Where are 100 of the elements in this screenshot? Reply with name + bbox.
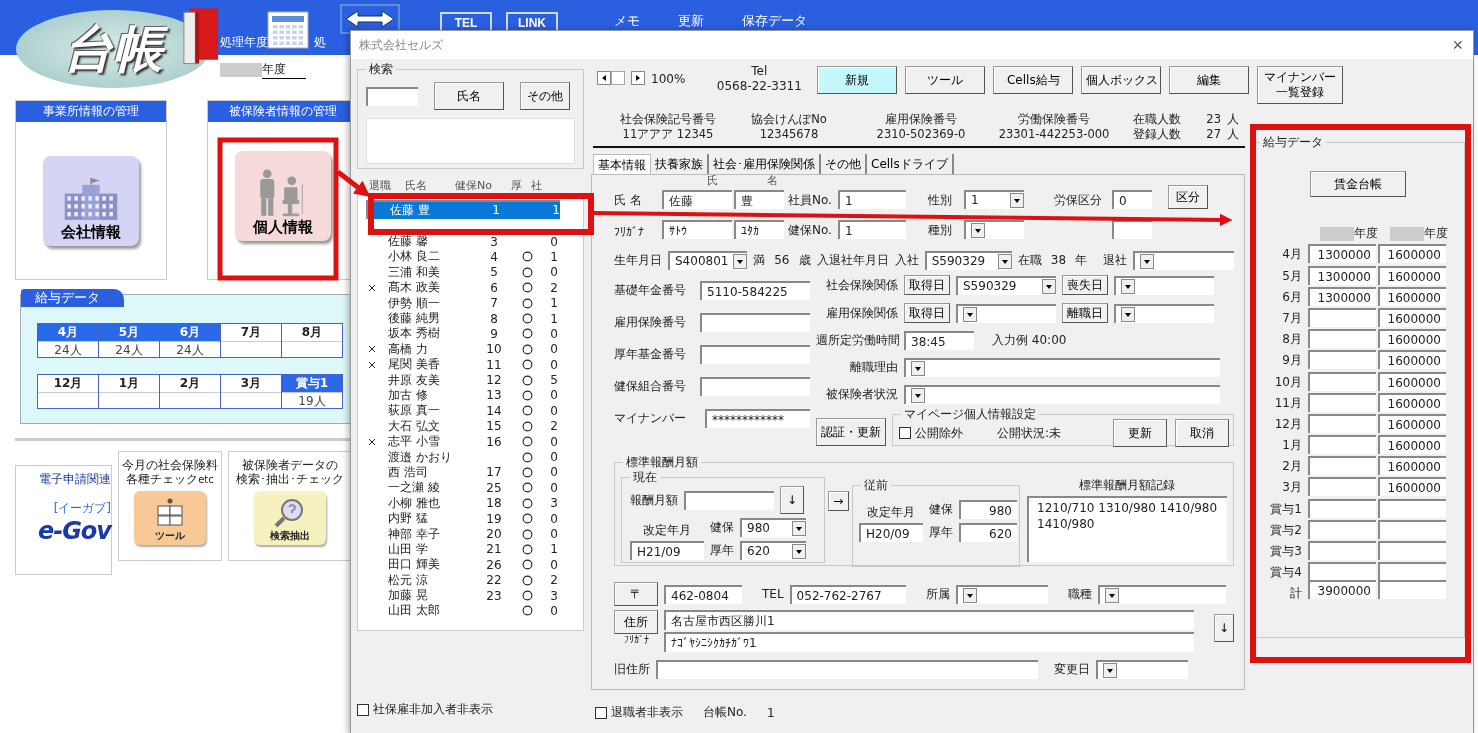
amount-field[interactable] bbox=[1378, 519, 1446, 539]
dropdown-field[interactable] bbox=[1114, 303, 1214, 323]
amount-field[interactable] bbox=[1308, 435, 1376, 455]
amount-field[interactable]: 1600000 bbox=[1378, 265, 1446, 285]
dropdown-field[interactable]: S590329 bbox=[924, 250, 1012, 270]
amount-field[interactable]: 1600000 bbox=[1378, 329, 1446, 349]
amount-field[interactable] bbox=[1308, 371, 1376, 391]
first-name-kana-field[interactable]: ﾕﾀｶ bbox=[734, 220, 784, 239]
dropdown-field[interactable] bbox=[1097, 584, 1226, 604]
scroll-left-button[interactable] bbox=[597, 71, 611, 85]
amount-field[interactable] bbox=[1308, 519, 1376, 539]
toolbar-button[interactable]: マイナンバー 一覧登録 bbox=[1257, 66, 1344, 104]
input-field[interactable] bbox=[700, 313, 810, 332]
acquired-date-button[interactable]: 取得日 bbox=[904, 303, 950, 323]
toolbar-button[interactable]: 編集 bbox=[1169, 66, 1250, 94]
search-field[interactable] bbox=[366, 86, 418, 106]
input-field[interactable]: 462-0804 bbox=[664, 584, 742, 604]
checkbox[interactable]: 公開除外 bbox=[899, 424, 963, 442]
cancel-button[interactable]: 取消 bbox=[1175, 419, 1229, 447]
amount-field[interactable] bbox=[1308, 350, 1376, 370]
toolbar-button[interactable]: 新規 bbox=[817, 66, 898, 94]
amount-field[interactable]: 1600000 bbox=[1378, 392, 1446, 412]
employee-row[interactable]: 尾関 美香 11 0 bbox=[368, 357, 579, 373]
input-field[interactable]: 38:45 bbox=[904, 331, 974, 350]
leave-date-button[interactable]: 離職日 bbox=[1062, 303, 1108, 323]
employee-list[interactable] bbox=[357, 193, 584, 631]
company-info-button[interactable]: 会社情報 bbox=[43, 155, 139, 246]
amount-field[interactable]: 1600000 bbox=[1378, 435, 1446, 455]
employee-row[interactable]: 渡邉 かおり 0 bbox=[368, 449, 579, 465]
personal-info-button[interactable]: 個人情報 bbox=[235, 150, 331, 241]
employee-row[interactable]: 志平 小雪 16 0 bbox=[368, 433, 579, 450]
postal-code-button[interactable]: 〒 bbox=[614, 582, 658, 606]
dropdown-field[interactable] bbox=[956, 303, 1056, 323]
employee-row[interactable]: 山田 太郎 0 bbox=[368, 603, 579, 619]
wage-ledger-button[interactable]: 賃金台帳 bbox=[1310, 171, 1406, 197]
other-search-button[interactable]: その他 bbox=[520, 82, 570, 110]
employee-row[interactable]: 高橋 力 10 0 bbox=[368, 341, 579, 357]
amount-field[interactable] bbox=[1378, 541, 1446, 560]
address-button[interactable]: 住所 bbox=[614, 610, 658, 634]
amount-field[interactable]: 1600000 bbox=[1378, 350, 1446, 370]
copy-arrow-button[interactable]: → bbox=[827, 491, 849, 511]
tab[interactable]: 基本情報 bbox=[593, 154, 651, 176]
menu-item[interactable]: 更新 bbox=[678, 12, 704, 30]
dropdown-field[interactable] bbox=[904, 358, 1220, 377]
my-number-field[interactable]: ************ bbox=[705, 409, 810, 428]
fiscal-year-field[interactable]: 年度 bbox=[262, 61, 306, 79]
down-arrow-button[interactable]: ↓ bbox=[780, 486, 804, 514]
month-header[interactable]: 賞与1 bbox=[282, 375, 342, 392]
input-field[interactable]: H21/09 bbox=[630, 541, 704, 560]
input-field[interactable] bbox=[700, 377, 810, 396]
amount-field[interactable] bbox=[1308, 477, 1376, 497]
name-search-button[interactable]: 氏名 bbox=[434, 82, 504, 110]
month-header[interactable]: 6月 bbox=[160, 324, 220, 341]
category-button[interactable]: 区分 bbox=[1168, 185, 1208, 209]
lost-date-button[interactable]: 喪失日 bbox=[1062, 275, 1108, 295]
employee-row[interactable]: 内野 猛 19 0 bbox=[368, 510, 579, 527]
menu-item[interactable]: メモ bbox=[614, 12, 640, 30]
address-kana-field[interactable]: ﾅｺﾞﾔｼﾆｼｸｶﾁｶﾞﾜ1 bbox=[664, 632, 1194, 652]
employee-row[interactable]: 西 浩司 17 0 bbox=[368, 464, 579, 481]
amount-field[interactable]: 1600000 bbox=[1378, 456, 1446, 476]
employee-row[interactable]: 伊勢 順一 7 1 bbox=[368, 295, 579, 311]
employee-row[interactable]: 佐藤 馨 3 0 bbox=[368, 233, 579, 250]
input-field[interactable] bbox=[684, 490, 774, 510]
employee-row[interactable]: 山田 学 21 1 bbox=[368, 541, 579, 558]
amount-field[interactable] bbox=[1308, 329, 1376, 349]
month-header[interactable]: 5月 bbox=[99, 324, 159, 341]
employee-row[interactable]: 小林 良二 4 1 bbox=[368, 249, 579, 265]
amount-field[interactable]: 1600000 bbox=[1378, 286, 1446, 306]
amount-field[interactable]: 1300000 bbox=[1308, 286, 1376, 306]
menu-item[interactable]: 保存データ bbox=[742, 12, 807, 30]
amount-field[interactable] bbox=[1308, 413, 1376, 433]
input-field[interactable]: 5110-584225 bbox=[700, 281, 810, 300]
month-header[interactable]: 4月 bbox=[38, 324, 98, 341]
amount-field[interactable]: 1300000 bbox=[1308, 244, 1376, 264]
dropdown-field[interactable]: S400801 bbox=[668, 250, 747, 270]
amount-field[interactable]: 1600000 bbox=[1378, 371, 1446, 391]
dropdown-field[interactable] bbox=[964, 220, 1024, 239]
last-name-kana-field[interactable]: ｻﾄｳ bbox=[662, 220, 732, 239]
acquired-date-button[interactable]: 取得日 bbox=[904, 275, 950, 295]
update-button[interactable]: 更新 bbox=[1113, 419, 1167, 447]
toolbar-button[interactable]: 個人ボックス bbox=[1081, 66, 1162, 94]
dropdown-field[interactable] bbox=[955, 584, 1048, 604]
input-field[interactable]: 0 bbox=[1112, 190, 1152, 209]
total-field[interactable] bbox=[1378, 580, 1446, 600]
amount-field[interactable]: 1600000 bbox=[1378, 244, 1446, 264]
last-name-field[interactable]: 佐藤 bbox=[662, 190, 732, 209]
employee-row[interactable]: 井原 友美 12 5 bbox=[368, 372, 579, 388]
employee-row[interactable]: 後藤 純男 8 1 bbox=[368, 310, 579, 327]
shortcut-card[interactable]: 電子申請関連 [イーガブ] e-Gov bbox=[15, 465, 112, 575]
amount-field[interactable] bbox=[1308, 456, 1376, 476]
scroll-right-button[interactable] bbox=[631, 71, 645, 85]
employee-row[interactable]: 荻原 真一 14 0 bbox=[368, 403, 579, 419]
shortcut-card[interactable]: 被保険者データの 検索･抽出･チェック 検索抽出 bbox=[228, 451, 352, 561]
down-arrow-button[interactable]: ↓ bbox=[1214, 614, 1234, 642]
amount-field[interactable]: 1600000 bbox=[1378, 307, 1446, 327]
input-field[interactable]: H20/09 bbox=[859, 523, 923, 542]
employee-row[interactable]: 佐藤 豊 1 1 bbox=[366, 199, 560, 219]
dropdown-field[interactable] bbox=[1114, 275, 1214, 295]
employee-row[interactable]: 加藤 晃 23 3 bbox=[368, 587, 579, 604]
employee-row[interactable]: 神部 幸子 20 0 bbox=[368, 526, 579, 542]
